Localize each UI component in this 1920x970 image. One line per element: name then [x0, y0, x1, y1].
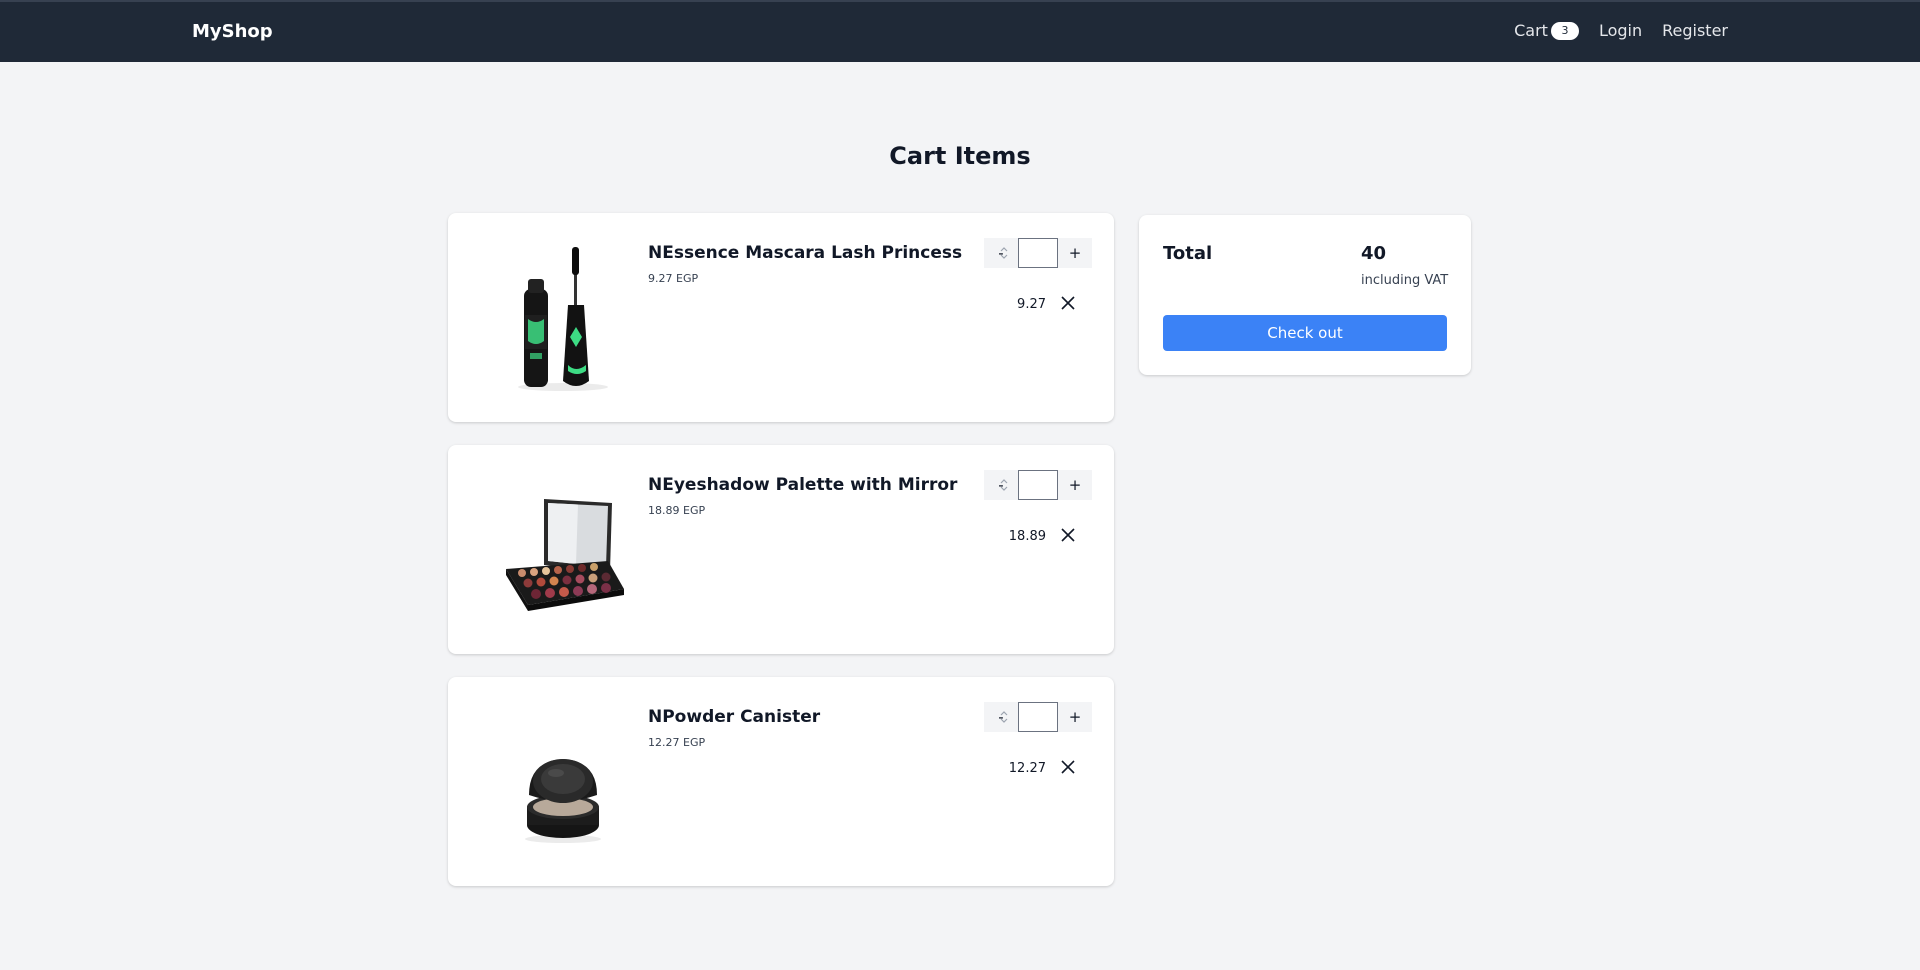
cart-item: NEyeshadow Palette with Mirror 18.89 EGP… [448, 445, 1114, 654]
cart-link[interactable]: Cart 3 [1514, 21, 1579, 40]
spinner-arrows-icon[interactable] [996, 245, 1012, 261]
page-title: Cart Items [889, 142, 1031, 170]
quantity-input[interactable] [1019, 239, 1057, 267]
increment-button[interactable]: + [1058, 238, 1092, 268]
eyeshadow-palette-image [488, 469, 638, 629]
item-unit-price: 12.27 EGP [648, 736, 706, 749]
quantity-input[interactable] [1019, 703, 1057, 731]
mascara-image [488, 237, 638, 397]
quantity-input-wrapper [1018, 470, 1058, 500]
item-unit-price: 9.27 EGP [648, 272, 699, 285]
cart-item: NEssence Mascara Lash Princess 9.27 EGP … [448, 213, 1114, 422]
item-name: NPowder Canister [648, 707, 821, 727]
item-line-total: 9.27 [1017, 297, 1046, 312]
order-summary-card: Total 40 including VAT Check out [1139, 215, 1471, 375]
quantity-input[interactable] [1019, 471, 1057, 499]
cart-count-badge: 3 [1550, 21, 1579, 40]
cart-link-label: Cart [1514, 21, 1548, 40]
brand-logo-link[interactable]: MyShop [192, 21, 273, 42]
cart-item: NPowder Canister 12.27 EGP - + 12.27 [448, 677, 1114, 886]
total-label: Total [1163, 243, 1213, 264]
spinner-arrows-icon[interactable] [996, 477, 1012, 493]
quantity-input-wrapper [1018, 238, 1058, 268]
remove-item-icon[interactable] [1060, 527, 1076, 543]
item-name: NEyeshadow Palette with Mirror [648, 475, 958, 495]
login-link[interactable]: Login [1599, 21, 1642, 40]
total-amount: 40 [1361, 243, 1387, 264]
remove-item-icon[interactable] [1060, 295, 1076, 311]
remove-item-icon[interactable] [1060, 759, 1076, 775]
item-line-total: 12.27 [1008, 761, 1046, 776]
item-line-total: 18.89 [1008, 529, 1046, 544]
spinner-arrows-icon[interactable] [996, 709, 1012, 725]
item-unit-price: 18.89 EGP [648, 504, 706, 517]
item-name: NEssence Mascara Lash Princess [648, 243, 963, 263]
register-link[interactable]: Register [1662, 21, 1728, 40]
increment-button[interactable]: + [1058, 702, 1092, 732]
increment-button[interactable]: + [1058, 470, 1092, 500]
top-navbar: MyShop Cart 3 Login Register [0, 0, 1920, 62]
cart-items-list: NEssence Mascara Lash Princess 9.27 EGP … [448, 213, 1114, 909]
vat-note: including VAT [1361, 273, 1449, 288]
powder-canister-image [488, 701, 638, 861]
nav-links: Cart 3 Login Register [1514, 21, 1728, 40]
quantity-input-wrapper [1018, 702, 1058, 732]
checkout-button[interactable]: Check out [1163, 315, 1447, 351]
